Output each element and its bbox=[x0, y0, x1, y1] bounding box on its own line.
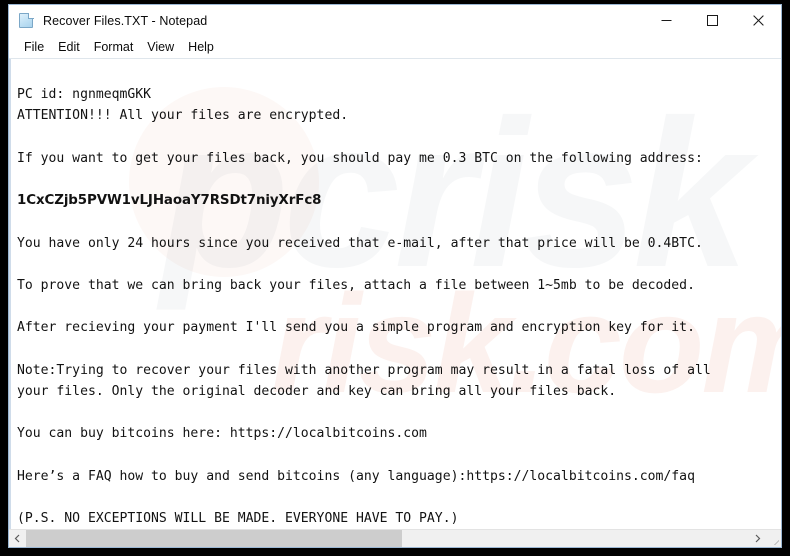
note-line-proof: To prove that we can bring back your fil… bbox=[17, 278, 695, 294]
note-line-warning-1: Note:Trying to recover your files with a… bbox=[17, 362, 711, 378]
menu-bar: File Edit Format View Help bbox=[9, 36, 781, 58]
note-line-warning-2: your files. Only the original decoder an… bbox=[17, 384, 617, 400]
note-line-buy-bitcoins: You can buy bitcoins here: https://local… bbox=[17, 426, 427, 442]
scroll-left-arrow-icon[interactable] bbox=[9, 530, 26, 547]
title-bar[interactable]: Recover Files.TXT - Notepad bbox=[9, 5, 781, 36]
resize-grip-icon bbox=[766, 530, 781, 547]
note-line-demand: If you want to get your files back, you … bbox=[17, 150, 703, 166]
horizontal-scrollbar[interactable] bbox=[9, 529, 781, 547]
close-button[interactable] bbox=[735, 5, 781, 36]
scrollbar-thumb[interactable] bbox=[26, 530, 402, 547]
note-line-faq: Here’s a FAQ how to buy and send bitcoin… bbox=[17, 468, 695, 484]
note-line-attention: ATTENTION!!! All your files are encrypte… bbox=[17, 108, 349, 124]
maximize-button[interactable] bbox=[689, 5, 735, 36]
scroll-right-arrow-icon[interactable] bbox=[749, 530, 766, 547]
text-editor[interactable]: pcrisk risk.com PC id: ngnmeqmGKK ATTENT… bbox=[9, 59, 781, 529]
note-line-pc-id: PC id: ngnmeqmGKK bbox=[17, 87, 152, 103]
scrollbar-track[interactable] bbox=[26, 530, 749, 547]
client-area: pcrisk risk.com PC id: ngnmeqmGKK ATTENT… bbox=[9, 58, 781, 547]
window-title: Recover Files.TXT - Notepad bbox=[43, 13, 208, 28]
note-line-after-payment: After recieving your payment I'll send y… bbox=[17, 320, 695, 336]
menu-item-help[interactable]: Help bbox=[181, 38, 221, 57]
menu-item-edit[interactable]: Edit bbox=[51, 38, 87, 57]
notepad-window: Recover Files.TXT - Notepad File Edit Fo… bbox=[8, 4, 782, 548]
notepad-document-icon bbox=[18, 12, 35, 29]
ransom-note-body: PC id: ngnmeqmGKK ATTENTION!!! All your … bbox=[11, 59, 781, 529]
menu-item-view[interactable]: View bbox=[140, 38, 181, 57]
title-bar-left: Recover Files.TXT - Notepad bbox=[9, 12, 207, 29]
screen-backdrop: Recover Files.TXT - Notepad File Edit Fo… bbox=[0, 0, 790, 556]
note-line-ps: (P.S. NO EXCEPTIONS WILL BE MADE. EVERYO… bbox=[17, 511, 459, 527]
menu-item-file[interactable]: File bbox=[17, 38, 51, 57]
window-controls bbox=[643, 5, 781, 36]
minimize-button[interactable] bbox=[643, 5, 689, 36]
menu-item-format[interactable]: Format bbox=[87, 38, 141, 57]
bitcoin-address[interactable]: 1CxCZjb5PVW1vLJHaoaY7RSDt7niyXrFc8 bbox=[17, 193, 321, 208]
note-line-deadline: You have only 24 hours since you receive… bbox=[17, 235, 703, 251]
